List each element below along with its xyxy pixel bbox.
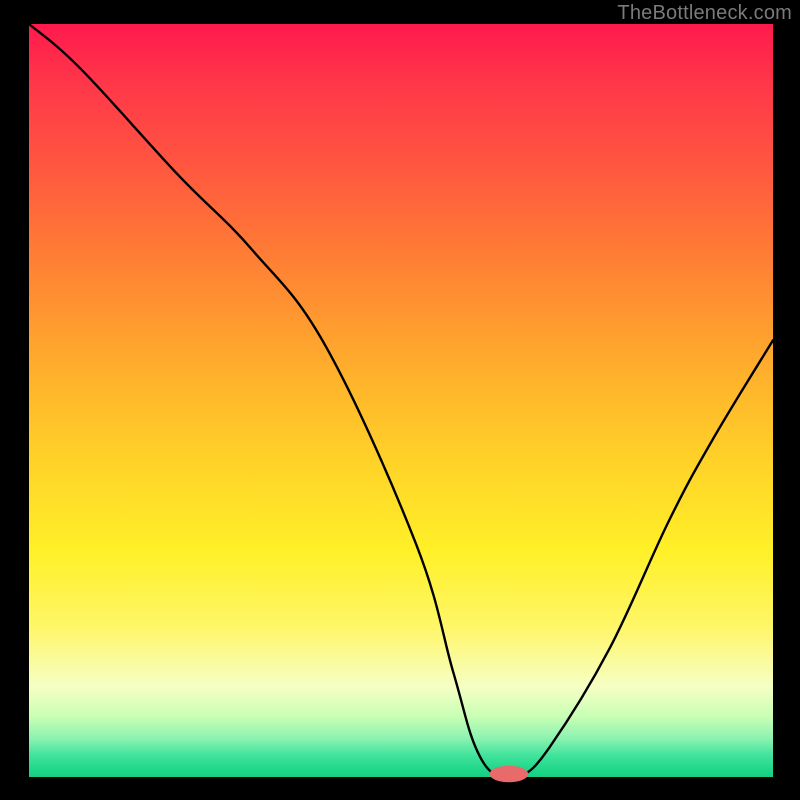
watermark-text: TheBottleneck.com [617, 2, 792, 25]
curve-layer [0, 0, 800, 800]
chart-frame: TheBottleneck.com [0, 0, 800, 800]
bottleneck-curve [29, 24, 773, 781]
optimal-marker [490, 766, 529, 783]
